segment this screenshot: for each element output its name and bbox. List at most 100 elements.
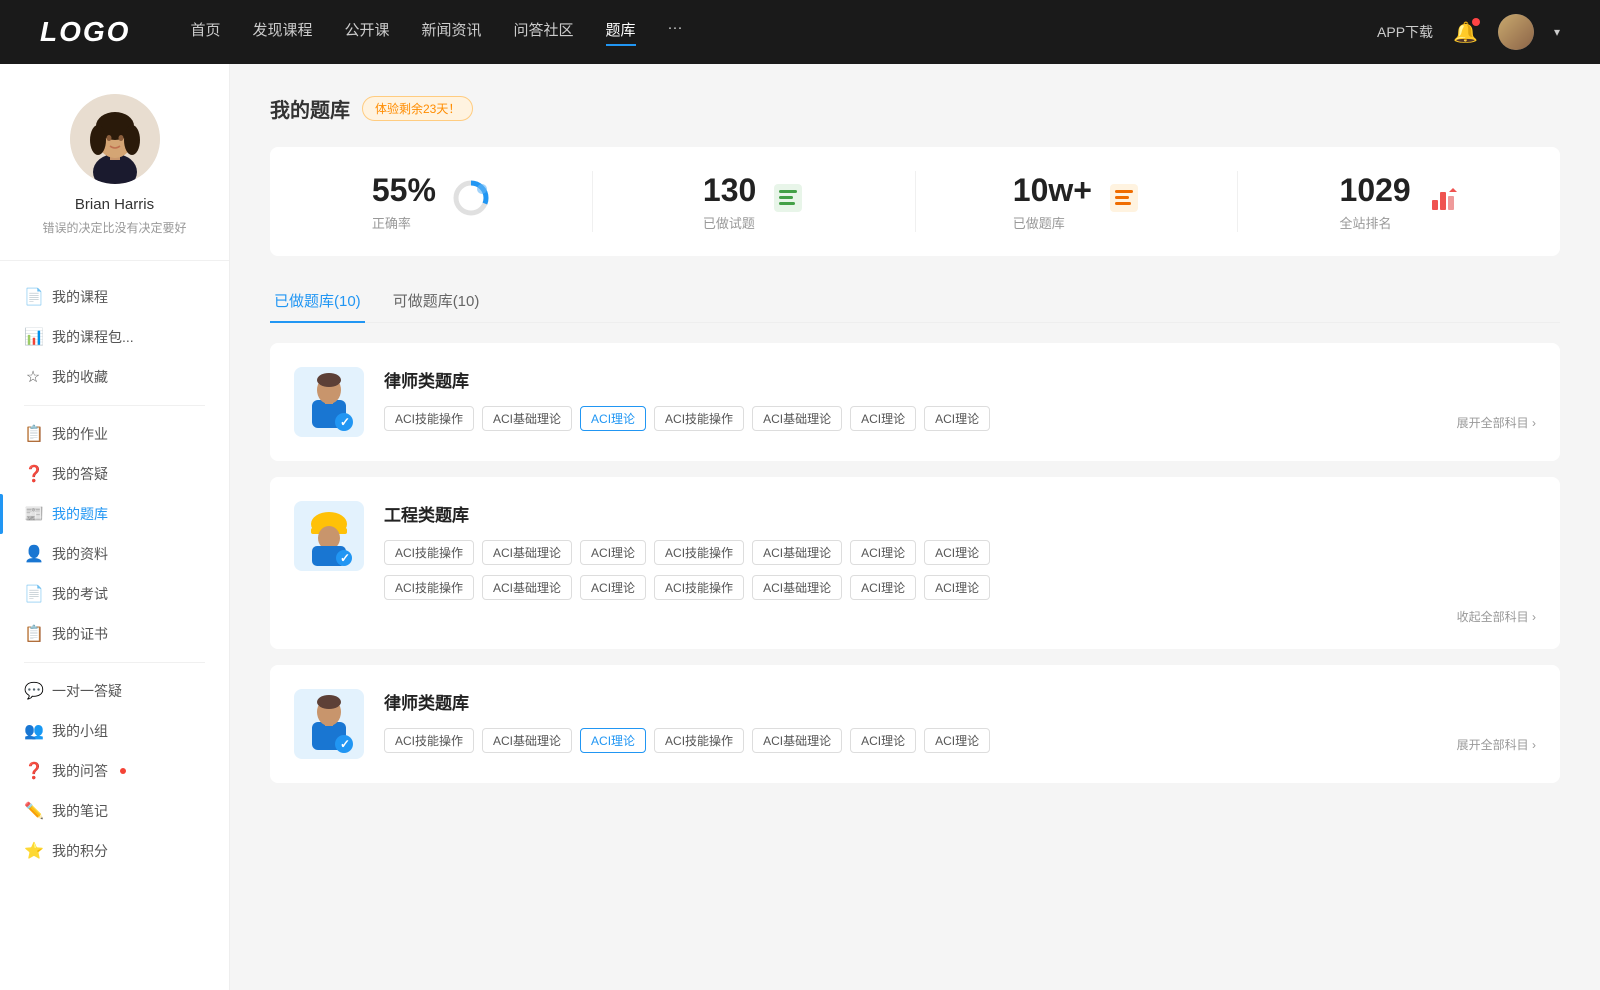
sidebar-item-label: 我的小组 — [52, 721, 108, 741]
stat-banks-label: 已做题库 — [1013, 213, 1092, 232]
sidebar-item-group[interactable]: 👥 我的小组 — [0, 711, 229, 751]
qbank-tag[interactable]: ACI技能操作 — [654, 406, 744, 431]
sidebar-item-points[interactable]: ⭐ 我的积分 — [0, 831, 229, 871]
sidebar-divider-1 — [24, 405, 205, 406]
qbank-tags-2-row1: ACI技能操作 ACI基础理论 ACI理论 ACI技能操作 ACI基础理论 AC… — [384, 540, 1536, 565]
sidebar-item-label: 我的考试 — [52, 584, 108, 604]
sidebar-item-exam[interactable]: 📄 我的考试 — [0, 574, 229, 614]
course-package-icon: 📊 — [24, 327, 42, 347]
exam-icon: 📄 — [24, 584, 42, 604]
qbank-tag[interactable]: ACI理论 — [580, 575, 646, 600]
stat-ranking-number: 1029 — [1340, 171, 1411, 209]
notes-icon: ✏️ — [24, 801, 42, 821]
qbank-tag[interactable]: ACI基础理论 — [482, 406, 572, 431]
sidebar-item-1v1[interactable]: 💬 一对一答疑 — [0, 671, 229, 711]
nav-home[interactable]: 首页 — [190, 19, 220, 46]
sidebar-item-label: 我的收藏 — [52, 367, 108, 387]
qbank-tag[interactable]: ACI技能操作 — [654, 728, 744, 753]
sidebar-item-favorites[interactable]: ☆ 我的收藏 — [0, 357, 229, 397]
qbank-tag[interactable]: ACI理论 — [850, 540, 916, 565]
sidebar-avatar — [70, 94, 160, 184]
qbank-card-2: ✓ 工程类题库 ACI技能操作 ACI基础理论 ACI理论 ACI技能操作 AC… — [270, 477, 1560, 649]
sidebar-item-course-package[interactable]: 📊 我的课程包... — [0, 317, 229, 357]
homework-icon: 📋 — [24, 424, 42, 444]
qbank-tag[interactable]: ACI理论 — [850, 728, 916, 753]
svg-text:✓: ✓ — [340, 737, 350, 751]
qbank-tag-active[interactable]: ACI理论 — [580, 728, 646, 753]
qbank-tag[interactable]: ACI基础理论 — [752, 728, 842, 753]
qbank-tag[interactable]: ACI基础理论 — [482, 728, 572, 753]
sidebar-name: Brian Harris — [75, 196, 154, 213]
nav-qbank[interactable]: 题库 — [606, 19, 636, 46]
tab-done[interactable]: 已做题库(10) — [270, 280, 365, 323]
chevron-down-icon[interactable]: ▾ — [1554, 25, 1560, 39]
expand-link-3[interactable]: 展开全部科目 › — [1457, 736, 1536, 753]
sidebar-item-course[interactable]: 📄 我的课程 — [0, 277, 229, 317]
qbank-tag[interactable]: ACI理论 — [924, 406, 990, 431]
tab-todo[interactable]: 可做题库(10) — [389, 280, 484, 323]
myqa-icon: ❓ — [24, 761, 42, 781]
stat-ranking-text: 1029 全站排名 — [1340, 171, 1411, 232]
collapse-link-2[interactable]: 收起全部科目 › — [1457, 608, 1536, 625]
sidebar-item-label: 我的答疑 — [52, 464, 108, 484]
sidebar-item-label: 我的题库 — [52, 504, 108, 524]
sidebar-item-qbank[interactable]: 📰 我的题库 — [0, 494, 229, 534]
1v1-icon: 💬 — [24, 681, 42, 701]
sidebar-item-notes[interactable]: ✏️ 我的笔记 — [0, 791, 229, 831]
qbank-tag[interactable]: ACI技能操作 — [384, 540, 474, 565]
qbank-tag[interactable]: ACI基础理论 — [752, 575, 842, 600]
qbank-tag[interactable]: ACI理论 — [924, 540, 990, 565]
bar-chart-red-icon — [1427, 182, 1459, 221]
qbank-tag[interactable]: ACI基础理论 — [482, 575, 572, 600]
nav-news[interactable]: 新闻资讯 — [422, 19, 482, 46]
qbank-tag[interactable]: ACI理论 — [850, 406, 916, 431]
stat-accuracy: 55% 正确率 — [270, 171, 593, 232]
qa-icon: ❓ — [24, 464, 42, 484]
qbank-title-2: 工程类题库 — [384, 501, 1536, 526]
sidebar-item-cert[interactable]: 📋 我的证书 — [0, 614, 229, 654]
notification-dot — [1472, 18, 1480, 26]
qbank-tag[interactable]: ACI技能操作 — [384, 406, 474, 431]
qbank-tag[interactable]: ACI基础理论 — [482, 540, 572, 565]
qbank-card-3: ✓ 律师类题库 ACI技能操作 ACI基础理论 ACI理论 ACI技能操作 AC… — [270, 665, 1560, 783]
notification-bell[interactable]: 🔔 — [1453, 20, 1478, 45]
course-icon: 📄 — [24, 287, 42, 307]
nav-more[interactable]: ··· — [668, 19, 683, 46]
stat-ranking: 1029 全站排名 — [1238, 171, 1560, 232]
nav-discover[interactable]: 发现课程 — [252, 19, 312, 46]
sidebar-item-profile[interactable]: 👤 我的资料 — [0, 534, 229, 574]
qbank-tag[interactable]: ACI理论 — [924, 575, 990, 600]
stats-row: 55% 正确率 130 已做试题 — [270, 147, 1560, 256]
list-orange-icon — [1108, 182, 1140, 221]
tabs-row: 已做题库(10) 可做题库(10) — [270, 280, 1560, 323]
stat-questions: 130 已做试题 — [593, 171, 916, 232]
trial-badge: 体验剩余23天！ — [362, 96, 473, 121]
stat-banks: 10w+ 已做题库 — [916, 171, 1239, 232]
qbank-tag-active[interactable]: ACI理论 — [580, 406, 646, 431]
qbank-tag[interactable]: ACI技能操作 — [384, 575, 474, 600]
qbank-tag[interactable]: ACI理论 — [580, 540, 646, 565]
sidebar-item-qa[interactable]: ❓ 我的答疑 — [0, 454, 229, 494]
qbank-tag[interactable]: ACI理论 — [850, 575, 916, 600]
sidebar-item-homework[interactable]: 📋 我的作业 — [0, 414, 229, 454]
list-green-icon — [772, 182, 804, 221]
qbank-tag[interactable]: ACI技能操作 — [654, 540, 744, 565]
nav-qa[interactable]: 问答社区 — [514, 19, 574, 46]
sidebar-item-label: 我的笔记 — [52, 801, 108, 821]
app-download-btn[interactable]: APP下载 — [1377, 22, 1433, 42]
qbank-card-3-header: ✓ 律师类题库 ACI技能操作 ACI基础理论 ACI理论 ACI技能操作 AC… — [294, 689, 1536, 759]
points-icon: ⭐ — [24, 841, 42, 861]
qbank-tag[interactable]: ACI基础理论 — [752, 540, 842, 565]
qbank-tag[interactable]: ACI基础理论 — [752, 406, 842, 431]
nav-open-course[interactable]: 公开课 — [344, 19, 389, 46]
expand-link-1[interactable]: 展开全部科目 › — [1457, 414, 1536, 431]
qbank-tag[interactable]: ACI技能操作 — [654, 575, 744, 600]
stat-questions-label: 已做试题 — [703, 213, 756, 232]
qbank-tag[interactable]: ACI技能操作 — [384, 728, 474, 753]
stat-accuracy-text: 55% 正确率 — [372, 171, 436, 232]
qbank-card-1-header: ✓ 律师类题库 ACI技能操作 ACI基础理论 ACI理论 ACI技能操作 AC… — [294, 367, 1536, 437]
sidebar-item-myqa[interactable]: ❓ 我的问答 — [0, 751, 229, 791]
avatar[interactable] — [1498, 14, 1534, 50]
qbank-tag[interactable]: ACI理论 — [924, 728, 990, 753]
sidebar-menu: 📄 我的课程 📊 我的课程包... ☆ 我的收藏 📋 我的作业 ❓ 我的答疑 � — [0, 261, 229, 887]
